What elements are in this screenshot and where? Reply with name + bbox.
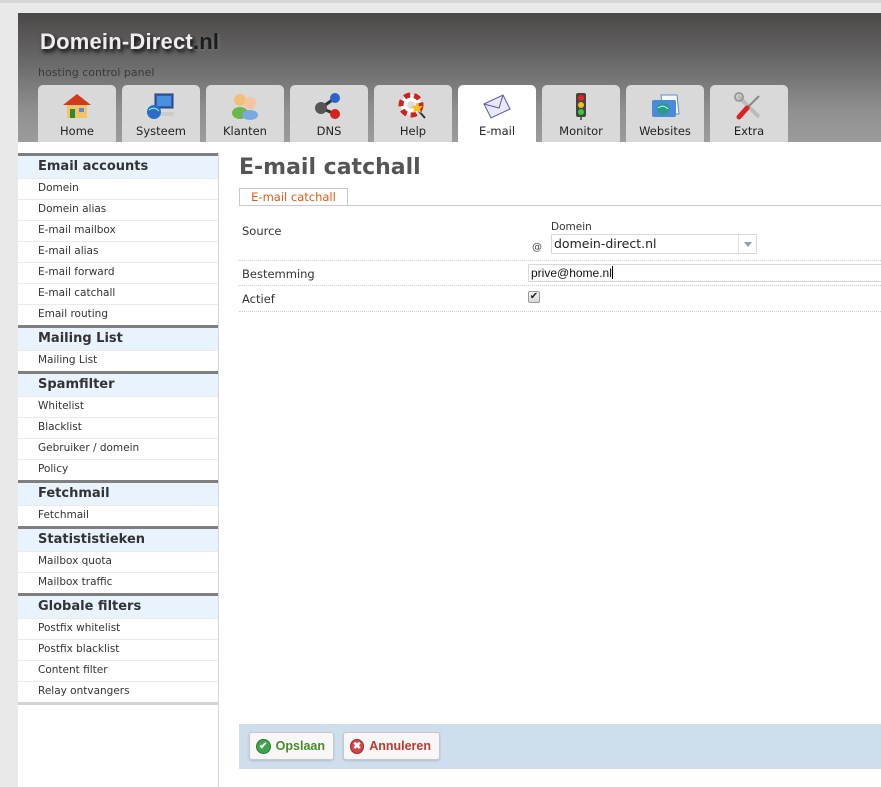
sidebar-item-email-routing[interactable]: Email routing (18, 304, 218, 325)
domain-select-value: domein-direct.nl (554, 236, 657, 251)
cancel-button-label: Annuleren (369, 739, 431, 753)
sidebar-section-title: Statististieken (18, 526, 218, 551)
traffic-light-icon (564, 91, 598, 121)
sidebar-item-domein-alias[interactable]: Domein alias (18, 199, 218, 220)
domain-select[interactable]: domein-direct.nl (551, 234, 757, 254)
cancel-button[interactable]: ✖ Annuleren (343, 732, 440, 760)
tab-dns[interactable]: DNS (290, 85, 368, 142)
tools-icon (732, 91, 766, 121)
tab-label: Extra (733, 124, 765, 138)
domain-label: Domein (551, 221, 592, 233)
users-icon (228, 91, 262, 121)
tab-home[interactable]: Home (38, 85, 116, 142)
form-row-actief: Actief ✔ (239, 287, 881, 312)
sidebar-section-title: Email accounts (18, 153, 218, 178)
sidebar-item-postfix-blacklist[interactable]: Postfix blacklist (18, 639, 218, 660)
active-checkbox[interactable]: ✔ (528, 291, 540, 303)
subtab-email-catchall[interactable]: E-mail catchall (239, 188, 348, 205)
envelope-icon (480, 91, 514, 121)
form-row-bestemming: Bestemming prive@home.nl (239, 262, 881, 286)
sidebar-section-statistieken: Statististieken Mailbox quota Mailbox tr… (18, 526, 218, 593)
x-circle-icon: ✖ (350, 738, 365, 754)
tab-label: Home (60, 124, 94, 138)
sidebar-item-mailbox-quota[interactable]: Mailbox quota (18, 551, 218, 572)
logo[interactable]: Domein-Direct.nl (40, 29, 219, 55)
sidebar-item-relay-ontvangers[interactable]: Relay ontvangers (18, 681, 218, 702)
sidebar-item-domein[interactable]: Domein (18, 178, 218, 199)
window-top-strip (0, 0, 881, 3)
page: Domein-Direct.nl hosting control panel H… (18, 13, 881, 787)
active-label: Actief (242, 292, 275, 306)
sidebar-item-blacklist[interactable]: Blacklist (18, 417, 218, 438)
logo-tld: .nl (192, 29, 220, 54)
house-icon (60, 91, 94, 121)
source-label: Source (242, 224, 282, 238)
sidebar-section-fetchmail: Fetchmail Fetchmail (18, 480, 218, 526)
tab-e-mail[interactable]: E-mail (458, 85, 536, 142)
sidebar-item-gebruiker-domein[interactable]: Gebruiker / domein (18, 438, 218, 459)
check-circle-icon: ✔ (256, 738, 271, 754)
sidebar-item-whitelist[interactable]: Whitelist (18, 396, 218, 417)
sidebar-section-title: Fetchmail (18, 480, 218, 505)
text-caret (611, 266, 613, 279)
network-nodes-icon (312, 91, 346, 121)
form-row-source: Source Domein @ domein-direct.nl (239, 216, 881, 261)
tab-websites[interactable]: Websites (626, 85, 704, 142)
sidebar-section-mailing-list: Mailing List Mailing List (18, 325, 218, 371)
save-button-label: Opslaan (275, 739, 325, 753)
computer-globe-icon (144, 91, 178, 121)
sidebar-item-fetchmail[interactable]: Fetchmail (18, 505, 218, 526)
sidebar-item-email-mailbox[interactable]: E-mail mailbox (18, 220, 218, 241)
sidebar-section-spamfilter: Spamfilter Whitelist Blacklist Gebruiker… (18, 371, 218, 480)
sidebar-item-email-alias[interactable]: E-mail alias (18, 241, 218, 262)
page-title: E-mail catchall (239, 155, 421, 180)
tab-monitor[interactable]: Monitor (542, 85, 620, 142)
sidebar-end-divider (18, 702, 218, 705)
sidebar-item-postfix-whitelist[interactable]: Postfix whitelist (18, 618, 218, 639)
sidebar-section-email-accounts: Email accounts Domein Domein alias E-mai… (18, 153, 218, 325)
tab-label: Systeem (136, 124, 186, 138)
save-button[interactable]: ✔ Opslaan (249, 732, 334, 760)
at-sign: @ (532, 242, 542, 253)
tab-label: Help (399, 124, 427, 138)
tab-klanten[interactable]: Klanten (206, 85, 284, 142)
main-tabs: Home Systeem Klanten DNS Help E-mail Mon… (38, 85, 788, 142)
folder-globe-icon (648, 91, 682, 121)
lifebuoy-icon (396, 91, 430, 121)
tab-label: Monitor (559, 124, 603, 138)
tab-label: Websites (639, 124, 691, 138)
chevron-down-icon[interactable] (738, 235, 756, 253)
logo-main: Domein-Direct (40, 29, 193, 54)
tab-extra[interactable]: Extra (710, 85, 788, 142)
tab-label: DNS (316, 124, 342, 138)
sidebar-section-title: Spamfilter (18, 371, 218, 396)
header: Domein-Direct.nl hosting control panel H… (18, 13, 881, 142)
tab-label: Klanten (223, 124, 267, 138)
tab-help[interactable]: Help (374, 85, 452, 142)
main-content: E-mail catchall E-mail catchall Source D… (239, 153, 881, 787)
subtab-divider (239, 205, 881, 206)
sidebar-section-globale-filters: Globale filters Postfix whitelist Postfi… (18, 593, 218, 702)
sidebar-item-email-forward[interactable]: E-mail forward (18, 262, 218, 283)
sidebar-item-content-filter[interactable]: Content filter (18, 660, 218, 681)
sidebar-item-mailing-list[interactable]: Mailing List (18, 350, 218, 371)
sidebar-item-mailbox-traffic[interactable]: Mailbox traffic (18, 572, 218, 593)
sidebar-section-title: Globale filters (18, 593, 218, 618)
destination-input[interactable]: prive@home.nl (528, 264, 881, 282)
sidebar: Email accounts Domein Domein alias E-mai… (18, 153, 219, 787)
destination-label: Bestemming (242, 267, 315, 281)
tab-systeem[interactable]: Systeem (122, 85, 200, 142)
destination-input-value: prive@home.nl (531, 266, 612, 280)
sidebar-item-policy[interactable]: Policy (18, 459, 218, 480)
sidebar-section-title: Mailing List (18, 325, 218, 350)
header-subtitle: hosting control panel (38, 66, 155, 79)
action-bar: ✔ Opslaan ✖ Annuleren (239, 724, 881, 769)
sidebar-item-email-catchall[interactable]: E-mail catchall (18, 283, 218, 304)
tab-label: E-mail (478, 124, 516, 138)
